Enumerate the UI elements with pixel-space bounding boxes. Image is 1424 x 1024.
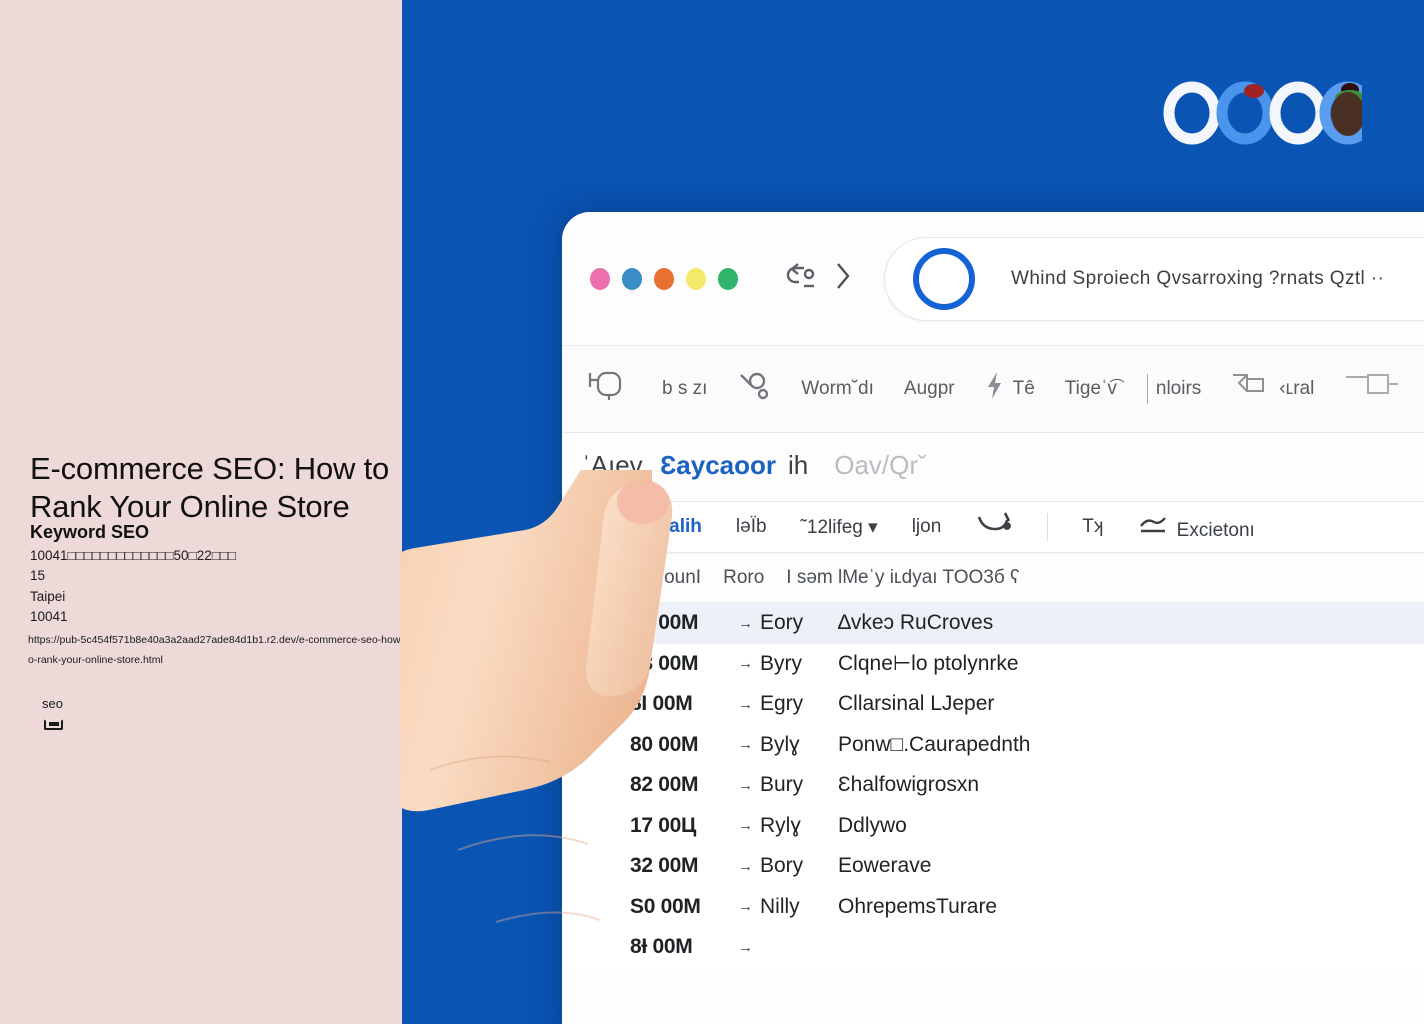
toolbar-item-7[interactable]: Tigeˈv͡ — [1065, 378, 1117, 400]
cell-difficulty: Egry — [760, 692, 804, 716]
omnibox[interactable]: Whind Sproiech Qvsarroxing ?rnats Qztl ·… — [884, 236, 1424, 321]
filter-divider — [1047, 513, 1049, 541]
address-line: 10041□□□□□□□□□□□□□50□22□□□ — [30, 548, 237, 563]
filter-item-dropdown[interactable]: ˜12lifeg ▾ — [801, 516, 878, 539]
app-toolbar[interactable]: b s zı Worm˘dı Augpr Tê Tigeˈv͡ nloirs ‹… — [562, 345, 1424, 433]
table-icon — [1344, 369, 1400, 409]
address-number: 15 — [30, 568, 46, 583]
cell-difficulty: Bylɣ — [760, 732, 800, 756]
cell-keyword[interactable]: OhrepemsTurare — [838, 895, 1424, 919]
chart-icon — [1231, 369, 1271, 409]
cell-keyword[interactable]: Ponw□.Caurapednth — [838, 733, 1424, 757]
result-header-suffix: ih — [788, 449, 809, 480]
cell-difficulty: Bory — [760, 854, 804, 878]
toolbar-item-flash[interactable]: Tê — [985, 369, 1035, 409]
trend-arrow-icon: → — [738, 736, 753, 754]
toolbar-item-table[interactable] — [1344, 369, 1400, 409]
filter-item-dropdown-label: ˜12lifeg — [800, 516, 863, 538]
address-zip: 10041 — [30, 609, 68, 624]
trend-arrow-icon: → — [738, 655, 753, 673]
column-header-3[interactable]: I səm lΜеˈy iʟdyaı TOO3б ʕ — [786, 567, 1019, 589]
pink-dot[interactable] — [590, 267, 610, 290]
yellow-dot[interactable] — [686, 267, 706, 290]
cell-keyword[interactable]: Clqne⊢lo ptolynrke — [838, 651, 1424, 676]
omnibox-value: Whind Sproiech Qvsarroxing ?rnats Qztl ·… — [1011, 267, 1385, 289]
cell-difficulty: Nilly — [760, 894, 800, 918]
article-subtitle: Keyword SEO — [30, 522, 150, 542]
trend-arrow-icon: → — [738, 817, 753, 835]
filter-item-export-label: Excietonı — [1176, 520, 1255, 541]
card-icon — [44, 719, 63, 730]
cursor-icon[interactable] — [975, 509, 1013, 545]
window-controls[interactable] — [590, 267, 738, 290]
toolbar-item-chart-label: ‹ʟral — [1279, 378, 1315, 399]
result-header-muted: Oav/Qrˇ — [834, 449, 927, 480]
search-ring-icon — [913, 247, 975, 310]
filter-item-4[interactable]: ljon — [912, 516, 942, 538]
cell-difficulty: Bury — [760, 773, 804, 797]
trend-arrow-icon: → — [738, 857, 753, 875]
keyword-icon — [737, 369, 771, 409]
blue-dot[interactable] — [622, 267, 642, 290]
address-city: Taipei — [30, 589, 66, 604]
filter-item-export[interactable]: Excietonı — [1137, 512, 1255, 542]
trend-arrow-icon: → — [738, 695, 753, 713]
toolbar-item-chart[interactable]: ‹ʟral — [1231, 369, 1314, 409]
page-title: E-commerce SEO: How to Rank Your Online … — [30, 451, 390, 524]
overview-icon — [586, 369, 632, 409]
toolbar-item-overview[interactable] — [586, 369, 632, 409]
trend-arrow-icon: → — [738, 938, 753, 956]
export-icon — [1137, 517, 1176, 541]
cell-difficulty: Eory — [760, 611, 804, 635]
toolbar-item-5[interactable]: Augpr — [904, 378, 955, 400]
cell-difficulty: Byry — [760, 651, 802, 675]
toolbar-item-2[interactable]: b s zı — [662, 378, 707, 400]
toolbar-item-flash-label: Tê — [1012, 378, 1035, 399]
toolbar-divider — [1146, 374, 1148, 404]
article-url[interactable]: https://pub-5c454f571b8e40a3a2aad27ade84… — [28, 630, 408, 670]
article-tag: seo — [42, 696, 63, 711]
brand-logo — [1162, 78, 1377, 148]
browser-chrome-bar: Whind Sproiech Qvsarroxing ?rnats Qztl ·… — [562, 212, 1424, 345]
trend-arrow-icon: → — [738, 776, 753, 794]
back-navigation-icon[interactable] — [782, 262, 822, 296]
green-dot[interactable] — [718, 267, 738, 290]
column-header-2[interactable]: Roro — [723, 567, 764, 589]
orange-dot[interactable] — [654, 267, 674, 290]
toolbar-item-keyword[interactable] — [737, 369, 771, 409]
filter-item-2[interactable]: ləЇb — [736, 516, 767, 538]
chevron-right-icon[interactable] — [832, 259, 854, 298]
chevron-down-icon: ▾ — [868, 516, 878, 538]
cell-keyword[interactable]: ∆vkeɔ RuCroves — [838, 611, 1424, 635]
filter-item-7[interactable]: Tʞ — [1082, 516, 1103, 538]
cell-difficulty: Rylɣ — [760, 813, 801, 837]
toolbar-item-8-label: nloirs — [1155, 378, 1202, 399]
toolbar-item-4[interactable]: Worm˘dı — [801, 378, 873, 400]
cell-keyword[interactable]: Ɛhalfowigrosxn — [838, 773, 1424, 797]
pointing-hand — [389, 396, 720, 1024]
cell-keyword[interactable]: Eowerave — [838, 854, 1424, 878]
article-panel: E-commerce SEO: How to Rank Your Online … — [0, 0, 407, 1024]
trend-arrow-icon: → — [738, 898, 753, 916]
flash-icon — [985, 369, 1005, 409]
cell-keyword[interactable]: Cllarsinal LJeper — [838, 692, 1424, 716]
cell-keyword[interactable]: Ddlywo — [838, 814, 1424, 838]
trend-arrow-icon: → — [738, 614, 753, 632]
toolbar-item-8[interactable]: nloirs — [1146, 374, 1202, 404]
